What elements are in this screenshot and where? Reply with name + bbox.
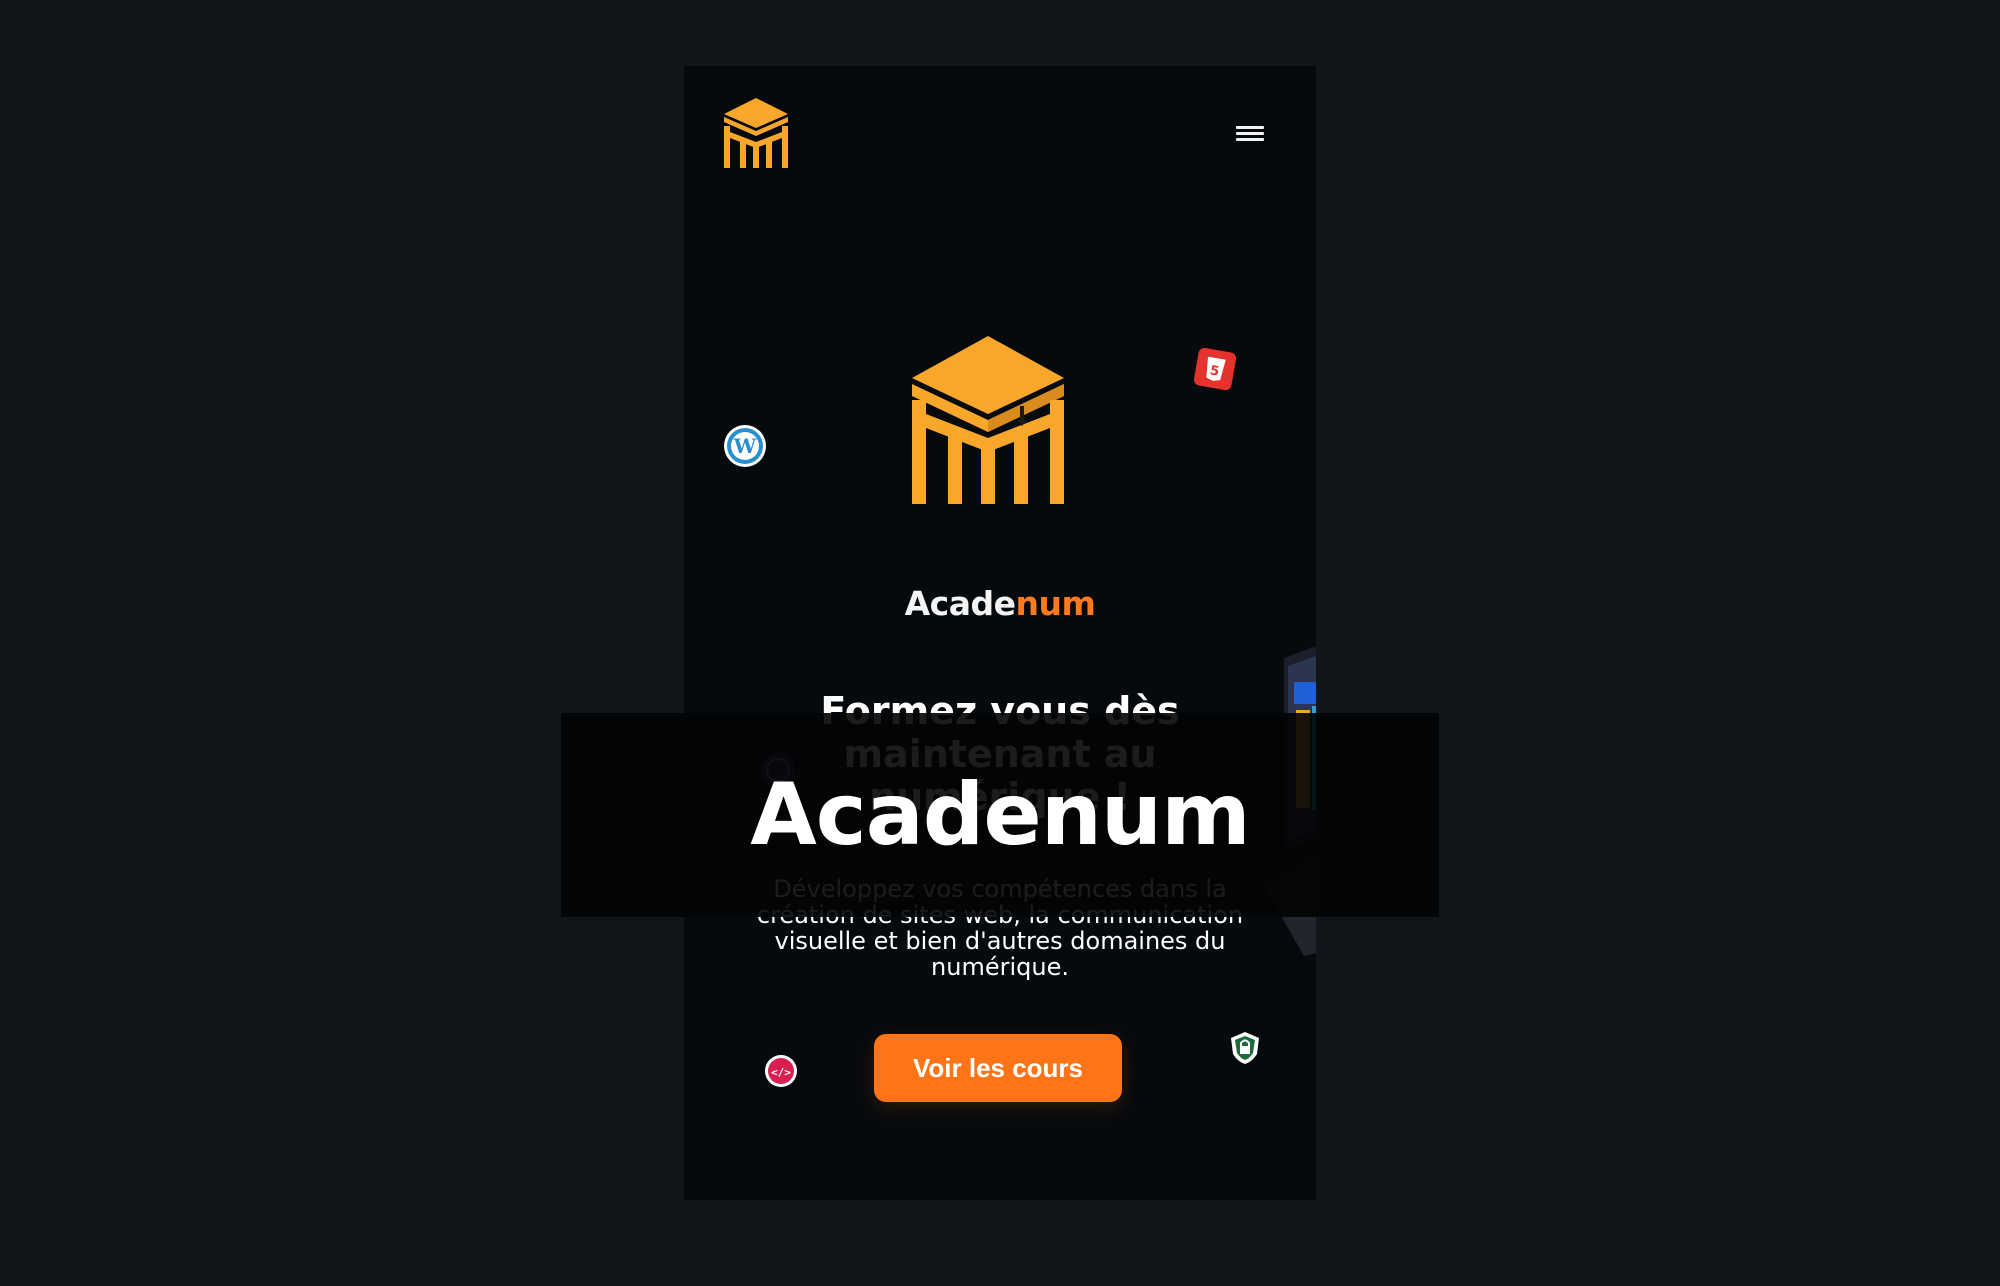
logo-icon[interactable] <box>722 96 790 170</box>
hero-logo-icon <box>912 336 1064 504</box>
menu-icon[interactable] <box>1232 118 1266 148</box>
svg-text:W: W <box>733 434 757 458</box>
svg-text:</>: </> <box>771 1066 791 1079</box>
menu-bar-bottom <box>1236 138 1264 141</box>
wordpress-icon: W <box>724 425 766 467</box>
overlay-title: Acadenum <box>750 765 1251 865</box>
view-courses-button[interactable]: Voir les cours <box>874 1034 1122 1102</box>
brand-name-white: Acade <box>904 584 1016 623</box>
page-background: W 5 </> Acadenum Formez vous dès visuell… <box>0 0 2000 1286</box>
brand-name: Acadenum <box>684 584 1316 623</box>
lock-shield-icon <box>1231 1032 1259 1064</box>
menu-bar-middle <box>1236 132 1264 135</box>
code-icon: </> <box>765 1055 797 1087</box>
mobile-viewport: W 5 </> Acadenum Formez vous dès visuell… <box>684 66 1316 1200</box>
brand-name-orange: num <box>1015 584 1096 623</box>
html5-icon: 5 <box>1194 348 1236 390</box>
menu-bar-top <box>1236 126 1264 129</box>
